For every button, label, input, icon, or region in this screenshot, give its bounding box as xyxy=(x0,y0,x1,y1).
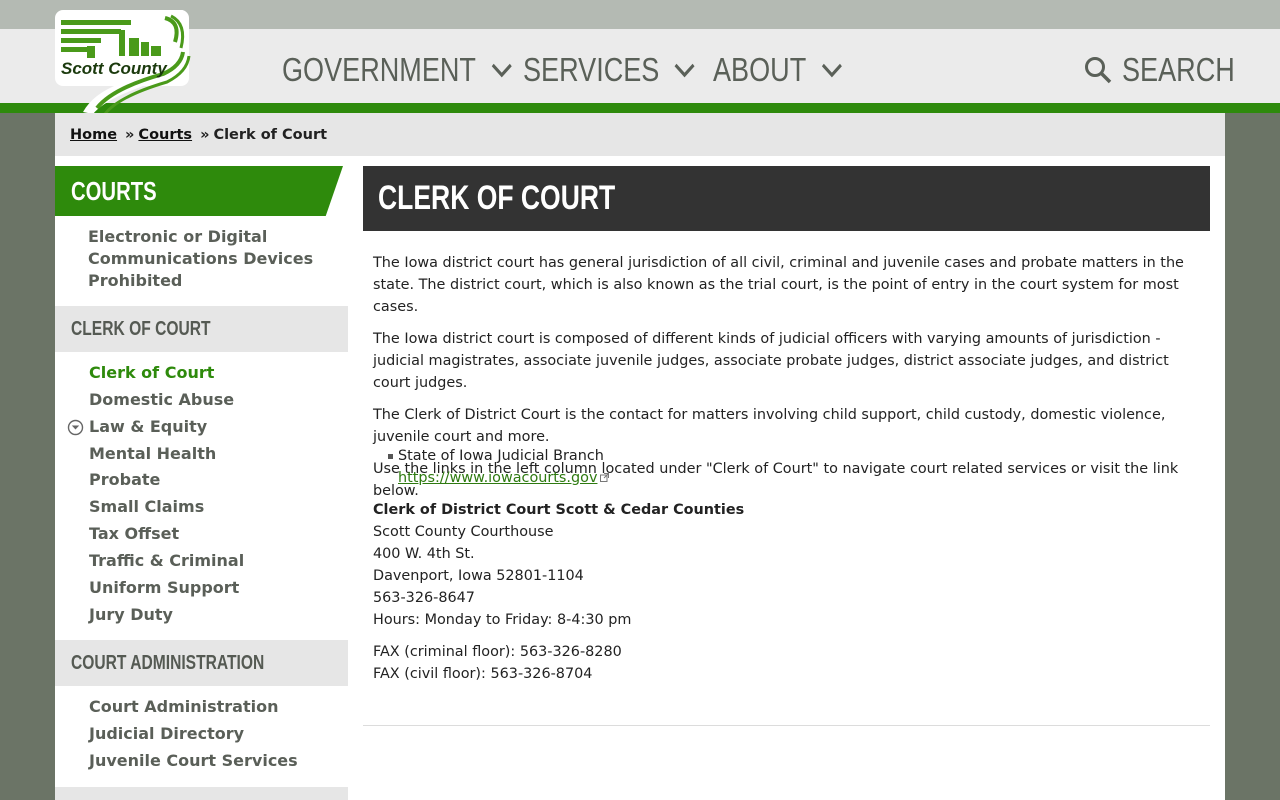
search-label: SEARCH xyxy=(1122,51,1235,88)
fax-line: FAX (criminal floor): 563-326-8280 xyxy=(373,644,622,660)
sidebar-item-domestic-abuse[interactable]: Domestic Abuse xyxy=(89,390,234,409)
sidebar-section-label: COURT ADMINISTRATION xyxy=(71,651,265,674)
sidebar-item-probate[interactable]: Probate xyxy=(89,470,160,489)
sidebar-item-judicial-directory[interactable]: Judicial Directory xyxy=(89,724,244,743)
bullet-label: State of Iowa Judicial Branch xyxy=(398,448,604,464)
content-divider xyxy=(363,725,1210,726)
sidebar-heading-courts[interactable]: COURTS xyxy=(55,166,343,216)
sidebar-section-label: CLERK OF COURT xyxy=(71,317,211,340)
breadcrumb-home[interactable]: Home xyxy=(70,127,117,143)
sidebar-item-uniform-support[interactable]: Uniform Support xyxy=(89,578,239,597)
iowacourts-link[interactable]: https://www.iowacourts.gov xyxy=(398,470,597,486)
bullet-item: State of Iowa Judicial Branch https://ww… xyxy=(398,445,610,489)
nav-government-label: GOVERNMENT xyxy=(282,51,476,88)
chevron-down-icon xyxy=(491,63,512,78)
sidebar-item-mental-health[interactable]: Mental Health xyxy=(89,444,216,463)
chevron-down-icon xyxy=(674,63,695,78)
nav-about[interactable]: ABOUT xyxy=(713,50,842,90)
sidebar-section-clerk-of-court[interactable]: CLERK OF COURT xyxy=(55,306,348,352)
contact-line: 400 W. 4th St. xyxy=(373,546,475,562)
nav-government[interactable]: GOVERNMENT xyxy=(282,50,512,90)
expand-circle-icon[interactable] xyxy=(67,419,84,436)
breadcrumb-separator: » xyxy=(125,126,135,143)
fax-block: FAX (criminal floor): 563-326-8280 FAX (… xyxy=(373,641,622,685)
page-title-text: CLERK OF COURT xyxy=(378,179,616,217)
chevron-down-icon xyxy=(821,63,842,78)
sidebar-item-electronic-devices[interactable]: Electronic or Digital Communications Dev… xyxy=(88,226,328,292)
contact-hours: Hours: Monday to Friday: 8-4:30 pm xyxy=(373,612,632,628)
nav-services[interactable]: SERVICES xyxy=(523,50,695,90)
svg-text:Scott County: Scott County xyxy=(61,59,168,78)
search-icon xyxy=(1085,57,1112,84)
scott-county-logo[interactable]: Scott County xyxy=(53,8,193,116)
sidebar-heading-label: COURTS xyxy=(71,175,157,206)
sidebar-item-court-administration[interactable]: Court Administration xyxy=(89,697,278,716)
sidebar-item-traffic-criminal[interactable]: Traffic & Criminal xyxy=(89,551,244,570)
page-title: CLERK OF COURT xyxy=(363,166,1210,231)
contact-block: Clerk of District Court Scott & Cedar Co… xyxy=(373,499,744,631)
contact-line: Scott County Courthouse xyxy=(373,524,554,540)
sidebar-item-juvenile-court-services[interactable]: Juvenile Court Services xyxy=(89,751,298,770)
breadcrumb: Home » Courts » Clerk of Court xyxy=(55,113,1225,156)
contact-heading: Clerk of District Court Scott & Cedar Co… xyxy=(373,502,745,518)
contact-line: Davenport, Iowa 52801-1104 xyxy=(373,568,584,584)
paragraph: The Iowa district court is composed of d… xyxy=(373,331,1169,391)
bullet-marker xyxy=(388,454,393,459)
nav-services-label: SERVICES xyxy=(523,51,660,88)
external-link-icon xyxy=(600,473,610,482)
sidebar-item-law-equity[interactable]: Law & Equity xyxy=(89,417,207,436)
breadcrumb-separator: » xyxy=(200,126,210,143)
fax-line: FAX (civil floor): 563-326-8704 xyxy=(373,666,593,682)
contact-phone: 563-326-8647 xyxy=(373,590,475,606)
sidebar-section-court-administration[interactable]: COURT ADMINISTRATION xyxy=(55,640,348,686)
nav-about-label: ABOUT xyxy=(713,51,807,88)
paragraph: The Clerk of District Court is the conta… xyxy=(373,407,1166,445)
breadcrumb-current: Clerk of Court xyxy=(213,126,328,143)
sidebar-section-next[interactable] xyxy=(55,787,348,800)
paragraph: The Iowa district court has general juri… xyxy=(373,255,1184,315)
sidebar-item-jury-duty[interactable]: Jury Duty xyxy=(89,605,173,624)
sidebar-item-small-claims[interactable]: Small Claims xyxy=(89,497,204,516)
sidebar-item-tax-offset[interactable]: Tax Offset xyxy=(89,524,179,543)
sidebar-item-clerk-of-court[interactable]: Clerk of Court xyxy=(89,363,214,382)
breadcrumb-courts[interactable]: Courts xyxy=(138,127,192,143)
search-button[interactable]: SEARCH xyxy=(1084,50,1260,90)
